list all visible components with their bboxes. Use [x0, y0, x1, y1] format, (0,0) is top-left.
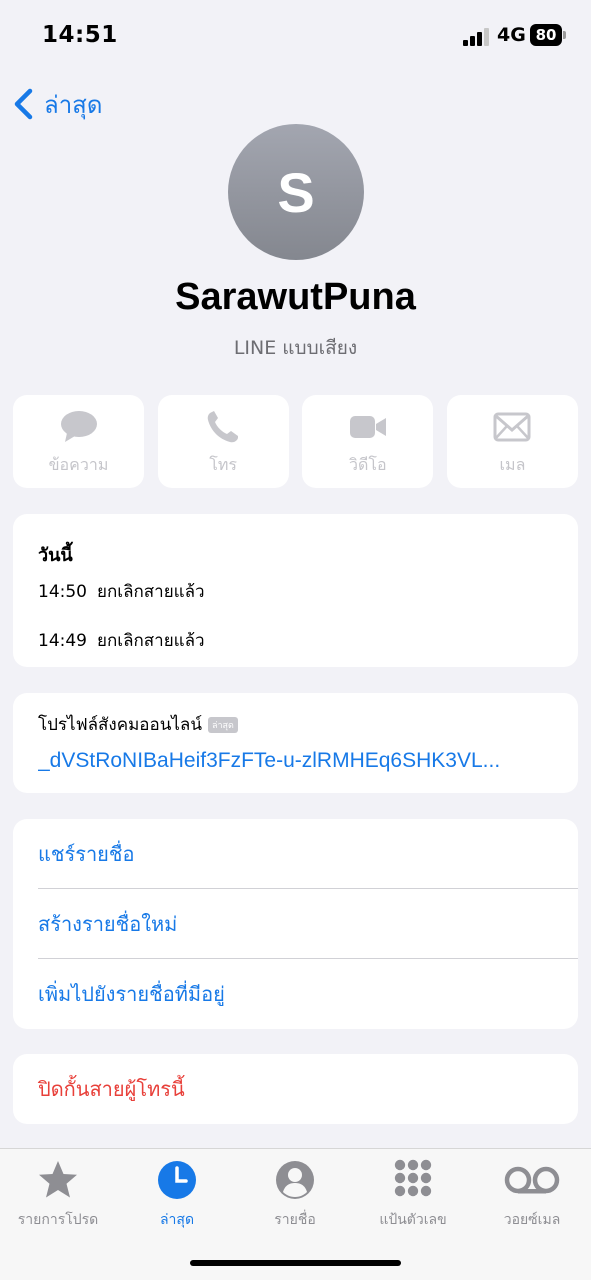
tab-voicemail[interactable]: วอยซ์เมล	[477, 1159, 587, 1231]
back-label: ล่าสุด	[44, 90, 103, 119]
tab-label: วอยซ์เมล	[503, 1212, 561, 1228]
recent-calls-card: วันนี้ 14:50 ยกเลิกสายแล้ว 14:49 ยกเลิกสาย…	[13, 514, 578, 667]
block-caller-card: ปิดกั้นสายผู้โทรนี้	[13, 1054, 578, 1124]
tab-label: รายชื่อ	[274, 1212, 316, 1228]
person-icon	[276, 1161, 314, 1199]
network-type: 4G	[497, 24, 526, 46]
create-new-contact-button[interactable]: สร้างรายชื่อใหม่	[38, 889, 578, 959]
call-label: โทร	[209, 455, 238, 474]
phone-icon	[207, 411, 239, 443]
tab-favorites[interactable]: รายการโปรด	[3, 1159, 113, 1231]
signal-icon	[463, 28, 489, 46]
call-time: 14:50	[38, 582, 87, 602]
contact-options-card: แชร์รายชื่อ สร้างรายชื่อใหม่ เพิ่มไปยังร…	[13, 819, 578, 1029]
voicemail-icon	[504, 1166, 560, 1194]
keypad-icon	[394, 1159, 432, 1197]
block-caller-button[interactable]: ปิดกั้นสายผู้โทรนี้	[38, 1054, 185, 1124]
home-indicator[interactable]	[190, 1260, 401, 1266]
social-profile-card: โปรไฟล์สังคมออนไลน์ ล่าสุด _dVStRoNIBaHe…	[13, 693, 578, 793]
social-profile-link[interactable]: _dVStRoNIBaHeif3FzFTe-u-zlRMHEq6SHK3VL..…	[38, 749, 563, 773]
back-button[interactable]: ล่าสุด	[12, 86, 102, 122]
tab-label: แป้นตัวเลข	[379, 1212, 447, 1228]
recents-title: วันนี้	[38, 545, 73, 566]
tab-keypad[interactable]: แป้นตัวเลข	[358, 1159, 468, 1231]
star-icon	[39, 1161, 77, 1198]
call-row: 14:50 ยกเลิกสายแล้ว	[38, 578, 205, 605]
status-bar: 14:51 4G 80	[0, 0, 591, 72]
message-button[interactable]: ข้อความ	[13, 395, 144, 488]
add-to-existing-contact-button[interactable]: เพิ่มไปยังรายชื่อที่มีอยู่	[38, 959, 578, 1029]
social-profile-title: โปรไฟล์สังคมออนไลน์ ล่าสุด	[38, 711, 238, 738]
call-button[interactable]: โทร	[157, 395, 289, 488]
clock-icon	[158, 1161, 196, 1199]
call-status: ยกเลิกสายแล้ว	[97, 582, 205, 602]
battery-icon: 80	[530, 24, 562, 46]
call-time: 14:49	[38, 631, 87, 651]
message-label: ข้อความ	[48, 455, 109, 474]
contact-subtitle: LINE แบบเสียง	[233, 337, 358, 359]
battery-tip	[563, 31, 566, 39]
chevron-left-icon	[14, 88, 33, 120]
call-status: ยกเลิกสายแล้ว	[97, 631, 205, 651]
mail-label: เมล	[499, 455, 526, 474]
mail-icon	[493, 412, 531, 442]
recent-badge: ล่าสุด	[207, 716, 238, 733]
battery-level: 80	[535, 26, 557, 44]
tab-label: ล่าสุด	[159, 1212, 195, 1228]
video-label: วิดีโอ	[349, 455, 387, 474]
call-row: 14:49 ยกเลิกสายแล้ว	[38, 627, 205, 654]
avatar-initial: S	[277, 160, 315, 224]
tab-recents[interactable]: ล่าสุด	[122, 1159, 232, 1231]
video-icon	[349, 416, 386, 438]
mail-button[interactable]: เมล	[446, 395, 578, 488]
share-contact-button[interactable]: แชร์รายชื่อ	[38, 819, 578, 889]
social-profile-label: โปรไฟล์สังคมออนไลน์	[38, 715, 202, 735]
contact-detail-screen: 14:51 4G 80 ล่าสุด S SarawutPuna LINE แบ…	[0, 0, 591, 1280]
tab-label: รายการโปรด	[17, 1212, 99, 1228]
message-icon	[60, 411, 97, 442]
video-button[interactable]: วิดีโอ	[302, 395, 434, 488]
status-time: 14:51	[42, 22, 118, 48]
action-buttons: ข้อความ โทร วิดีโอ เมล	[13, 395, 578, 488]
tab-contacts[interactable]: รายชื่อ	[240, 1159, 350, 1231]
avatar: S	[228, 124, 364, 260]
contact-name: SarawutPuna	[175, 276, 416, 318]
